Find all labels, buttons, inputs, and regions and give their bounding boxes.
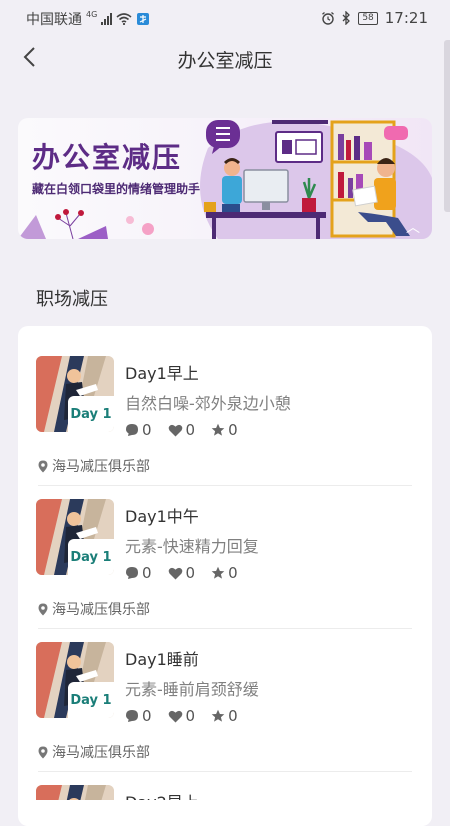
- alarm-icon: [322, 12, 335, 25]
- day-tag: Day 1: [68, 396, 114, 432]
- item-description: 元素-睡前肩颈舒缓: [125, 680, 259, 699]
- bluetooth-icon: [342, 11, 351, 25]
- wifi-icon: [116, 13, 132, 25]
- banner-title: 办公室减压: [32, 141, 183, 174]
- status-right: 58 17:21: [321, 9, 428, 27]
- item-thumbnail: Day 1: [36, 356, 114, 432]
- comment-count[interactable]: 0: [125, 421, 152, 439]
- comment-icon: [126, 567, 138, 579]
- item-title: Day1中午: [125, 507, 199, 526]
- item-thumbnail: Day 1: [36, 642, 114, 718]
- like-count[interactable]: 0: [168, 707, 196, 725]
- item-thumbnail: [36, 785, 114, 800]
- chevron-up-icon: ︿: [406, 220, 420, 236]
- favorite-count-value: 0: [228, 564, 238, 582]
- day-tag: Day 1: [68, 682, 114, 718]
- list-card: Day 1 Day1早上 自然白噪-郊外泉边小憩 0 0 0 海马减压俱乐部 D…: [18, 326, 432, 826]
- like-count[interactable]: 0: [168, 564, 196, 582]
- star-icon: [211, 423, 225, 436]
- status-left: 中国联通 4G: [26, 9, 150, 29]
- like-count[interactable]: 0: [168, 421, 196, 439]
- like-count-value: 0: [185, 564, 196, 582]
- comment-count-value: 0: [142, 421, 152, 439]
- comment-icon: [126, 710, 138, 722]
- comment-count[interactable]: 0: [125, 564, 152, 582]
- item-thumbnail: Day 1: [36, 499, 114, 575]
- item-description: 元素-快速精力回复: [125, 537, 259, 556]
- list-item[interactable]: Day 1 Day1早上 自然白噪-郊外泉边小憩 0 0 0 海马减压俱乐部: [18, 326, 432, 486]
- banner[interactable]: 办公室减压 藏在白领口袋里的情绪管理助手 ︿: [18, 118, 432, 239]
- heart-icon: [168, 567, 182, 579]
- network-label: 4G: [86, 9, 98, 19]
- star-icon: [211, 709, 225, 722]
- item-stats: 0 0 0: [125, 564, 238, 582]
- item-stats: 0 0 0: [125, 421, 238, 439]
- heart-icon: [168, 424, 182, 436]
- status-bar: 中国联通 4G 58 17:21: [0, 0, 450, 36]
- thumbnail-illustration: [36, 785, 114, 800]
- list-item[interactable]: Day 1 Day1中午 元素-快速精力回复 0 0 0 海马减压俱乐部: [18, 469, 432, 629]
- list-item[interactable]: Day 1 Day1睡前 元素-睡前肩颈舒缓 0 0 0 海马减压俱乐部: [18, 612, 432, 772]
- star-icon: [211, 566, 225, 579]
- status-time: 17:21: [384, 9, 428, 27]
- item-stats: 0 0 0: [125, 707, 238, 725]
- favorite-count[interactable]: 0: [211, 707, 238, 725]
- comment-count-value: 0: [142, 707, 152, 725]
- favorite-count[interactable]: 0: [211, 564, 238, 582]
- page-title: 办公室减压: [177, 50, 273, 72]
- battery-indicator: 58: [358, 11, 378, 25]
- like-count-value: 0: [185, 707, 196, 725]
- heart-icon: [168, 710, 182, 722]
- favorite-count-value: 0: [228, 707, 238, 725]
- day-tag: Day 1: [68, 539, 114, 575]
- app-notification-icon: [137, 13, 150, 25]
- comment-count[interactable]: 0: [125, 707, 152, 725]
- comment-count-value: 0: [142, 564, 152, 582]
- item-description: 自然白噪-郊外泉边小憩: [125, 394, 291, 413]
- favorite-count[interactable]: 0: [211, 421, 238, 439]
- item-title: Day2早上: [125, 789, 199, 800]
- item-title: Day1早上: [125, 364, 199, 383]
- comment-icon: [126, 424, 138, 436]
- signal-icon: [101, 13, 113, 25]
- item-title: Day1睡前: [125, 650, 199, 669]
- carrier-label: 中国联通: [26, 12, 82, 28]
- scrollbar[interactable]: [444, 40, 450, 212]
- like-count-value: 0: [185, 421, 196, 439]
- section-title: 职场减压: [36, 289, 108, 310]
- app-header: 办公室减压: [0, 36, 450, 80]
- list-item[interactable]: Day2早上: [18, 755, 432, 800]
- banner-subtitle: 藏在白领口袋里的情绪管理助手: [32, 182, 201, 196]
- favorite-count-value: 0: [228, 421, 238, 439]
